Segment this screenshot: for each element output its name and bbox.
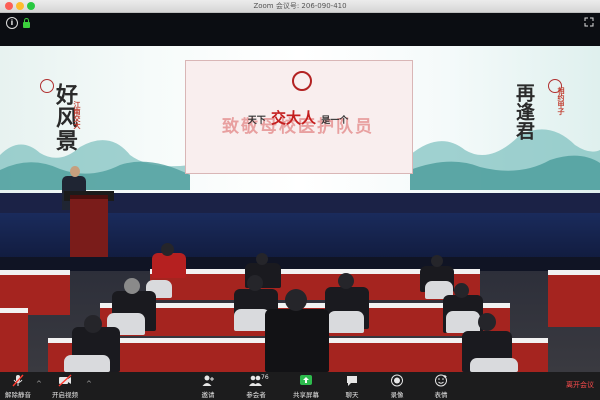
right-calligraphy: 再逢君 [513, 83, 535, 140]
audience-head [338, 273, 354, 289]
start-video-label: 开启视频 [52, 391, 78, 399]
window-title: Zoom 会议号: 206-090-410 [253, 2, 347, 10]
audience-head [285, 289, 307, 311]
audience-head [256, 253, 268, 265]
participants-button[interactable]: 76 参会者 [236, 374, 276, 399]
audience-person [265, 309, 329, 372]
chair [470, 358, 518, 372]
audio-options-chevron-icon[interactable]: ^ [36, 380, 42, 388]
table-left-front [0, 308, 28, 372]
audience-head [478, 313, 496, 331]
fullscreen-icon[interactable] [584, 17, 594, 27]
headline-prefix: 天下 [247, 116, 266, 126]
table-right-back [548, 270, 600, 327]
audience-person [152, 253, 186, 278]
leave-meeting-button[interactable]: 离开会议 [566, 380, 594, 390]
participants-count: 76 [261, 374, 269, 381]
add-user-icon [202, 375, 214, 386]
share-screen-label: 共享屏幕 [293, 391, 319, 399]
start-video-button[interactable]: 开启视频 [45, 374, 85, 399]
right-small-text: 相约甲子 [557, 87, 565, 115]
window-titlebar: Zoom 会议号: 206-090-410 [0, 0, 600, 13]
smiley-icon [435, 374, 447, 387]
chair [328, 311, 364, 333]
speaker-head [70, 166, 80, 177]
shared-video-view: i 好风景 江南交大 再逢君 相约甲子 致敬母校医护队员 天下 交大人 是一个 [0, 13, 600, 372]
video-off-icon [58, 374, 72, 387]
podium [70, 195, 108, 257]
mountain-art-left [0, 140, 190, 190]
reactions-button[interactable]: 表情 [421, 374, 461, 399]
audience-head [124, 278, 140, 294]
audience-head [431, 255, 443, 267]
chat-label: 聊天 [345, 391, 359, 399]
slide-headline-top: 天下 交大人 是一个 [188, 107, 408, 128]
video-options-chevron-icon[interactable]: ^ [86, 380, 92, 388]
reactions-label: 表情 [434, 391, 448, 399]
share-screen-icon [300, 375, 312, 385]
meeting-toolbar: 解除静音 ^ 开启视频 ^ 邀请 76 参会者 共享屏幕 聊天 录像 表情 离开… [0, 372, 600, 400]
record-button[interactable]: 录像 [377, 374, 417, 399]
center-seal-icon [292, 71, 312, 91]
audience-head [247, 275, 263, 291]
invite-button[interactable]: 邀请 [188, 374, 228, 399]
meeting-info-icon[interactable]: i [6, 17, 18, 29]
muted-mic-icon [12, 374, 24, 387]
record-label: 录像 [390, 391, 404, 399]
chat-button[interactable]: 聊天 [332, 374, 372, 399]
mountain-art-right [410, 129, 600, 190]
unmute-label: 解除静音 [5, 391, 31, 399]
chair [64, 355, 110, 372]
record-icon [391, 374, 403, 387]
left-small-text: 江南交大 [73, 101, 81, 129]
headline-emphasis: 交大人 [270, 109, 316, 127]
audience-head [161, 243, 174, 256]
headline-suffix: 是一个 [321, 116, 349, 126]
share-screen-button[interactable]: 共享屏幕 [286, 374, 326, 399]
audience-head [454, 283, 469, 298]
chair [446, 311, 480, 333]
chat-icon [347, 376, 357, 386]
unmute-button[interactable]: 解除静音 [0, 374, 38, 399]
participants-label: 参会者 [246, 391, 266, 399]
audience-head [84, 315, 102, 333]
invite-label: 邀请 [201, 391, 215, 399]
encryption-lock-icon[interactable] [23, 18, 30, 28]
